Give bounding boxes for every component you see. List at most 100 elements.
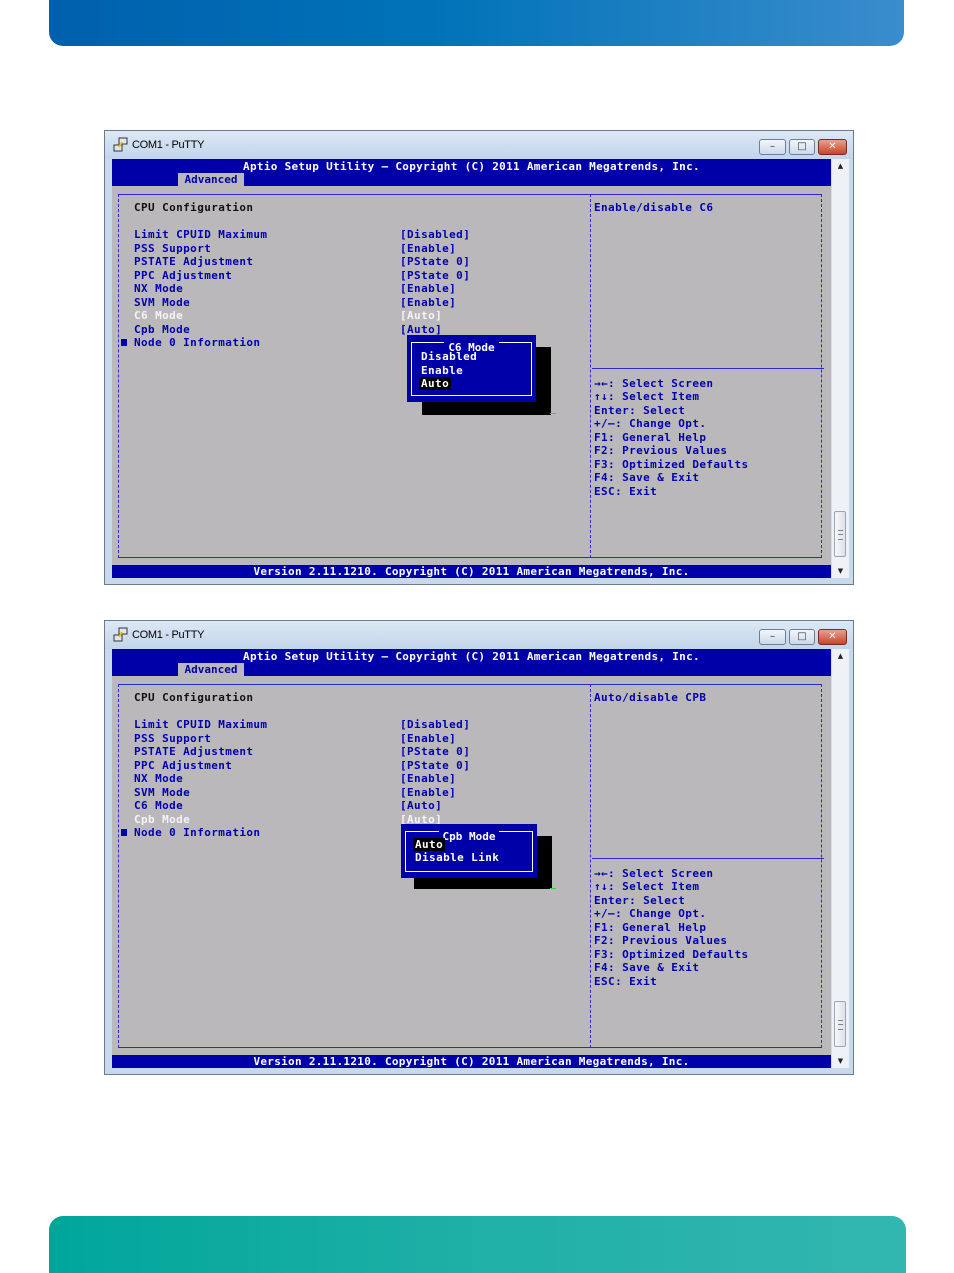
- popup-option-disable-link[interactable]: Disable Link: [413, 851, 501, 864]
- minimize-button[interactable]: –: [759, 139, 786, 155]
- setting-value[interactable]: [Enable]: [400, 772, 456, 785]
- close-icon: ✕: [828, 631, 837, 642]
- help-text: Enable/disable C6: [594, 201, 714, 214]
- scroll-thumb[interactable]: [834, 1001, 846, 1047]
- popup-option-auto-selected[interactable]: Auto: [419, 377, 452, 390]
- bios-header: Aptio Setup Utility – Copyright (C) 2011…: [112, 649, 831, 676]
- bios-header-title: Aptio Setup Utility – Copyright (C) 2011…: [243, 160, 700, 173]
- scroll-thumb[interactable]: [834, 511, 846, 557]
- setting-value[interactable]: [PState 0]: [400, 759, 470, 772]
- setting-label[interactable]: PSTATE Adjustment: [134, 255, 253, 268]
- help-divider: [590, 684, 591, 1048]
- setting-label[interactable]: PSTATE Adjustment: [134, 745, 253, 758]
- key-hint: ↑↓: Select Item: [594, 390, 700, 403]
- key-hint: →←: Select Screen: [594, 867, 714, 880]
- vertical-scrollbar[interactable]: ▲ ▼: [831, 649, 849, 1068]
- setting-value[interactable]: [Enable]: [400, 282, 456, 295]
- cpb-mode-popup[interactable]: Cpb Mode Auto Disable Link: [401, 824, 537, 878]
- scroll-up-icon[interactable]: ▲: [832, 159, 849, 173]
- key-hint: F2: Previous Values: [594, 934, 728, 947]
- setting-label[interactable]: Limit CPUID Maximum: [134, 228, 267, 241]
- setting-label[interactable]: NX Mode: [134, 282, 183, 295]
- key-hint: +/–: Change Opt.: [594, 907, 707, 920]
- bios-header-title: Aptio Setup Utility – Copyright (C) 2011…: [243, 650, 700, 663]
- terminal-area[interactable]: Aptio Setup Utility – Copyright (C) 2011…: [112, 159, 831, 578]
- cursor-mark: [550, 888, 556, 889]
- key-hint: Enter: Select: [594, 404, 686, 417]
- submenu-node0-information[interactable]: Node 0 Information: [134, 826, 260, 839]
- setting-label[interactable]: PPC Adjustment: [134, 759, 232, 772]
- minimize-icon: –: [770, 631, 775, 642]
- window-titlebar[interactable]: COM1 - PuTTY – □ ✕: [105, 131, 853, 159]
- setting-value[interactable]: [Auto]: [400, 799, 442, 812]
- submenu-node0-information[interactable]: Node 0 Information: [134, 336, 260, 349]
- setting-label[interactable]: SVM Mode: [134, 786, 190, 799]
- setting-label[interactable]: PPC Adjustment: [134, 269, 232, 282]
- key-hint: +/–: Change Opt.: [594, 417, 707, 430]
- key-hint: ESC: Exit: [594, 975, 658, 988]
- key-hint: ↑↓: Select Item: [594, 880, 700, 893]
- putty-app-icon: [113, 137, 128, 152]
- scroll-down-icon[interactable]: ▼: [832, 564, 849, 578]
- window-title: COM1 - PuTTY: [132, 139, 205, 151]
- setting-label-selected[interactable]: C6 Mode: [134, 309, 183, 322]
- setting-value[interactable]: [PState 0]: [400, 255, 470, 268]
- setting-value[interactable]: [Enable]: [400, 786, 456, 799]
- cursor-mark: [550, 413, 556, 414]
- submenu-bullet-icon: [121, 829, 127, 836]
- setting-label-selected[interactable]: Cpb Mode: [134, 813, 190, 826]
- setting-label[interactable]: Limit CPUID Maximum: [134, 718, 267, 731]
- setting-value[interactable]: [PState 0]: [400, 269, 470, 282]
- putty-app-icon: [113, 627, 128, 642]
- page-footer-band: [49, 1216, 906, 1273]
- vertical-scrollbar[interactable]: ▲ ▼: [831, 159, 849, 578]
- setting-label[interactable]: C6 Mode: [134, 799, 183, 812]
- setting-value[interactable]: [Disabled]: [400, 228, 470, 241]
- c6-mode-popup[interactable]: C6 Mode Disabled Enable Auto: [407, 335, 536, 402]
- setting-label[interactable]: NX Mode: [134, 772, 183, 785]
- maximize-button[interactable]: □: [789, 139, 815, 155]
- key-hint: F1: General Help: [594, 431, 707, 444]
- setting-label[interactable]: Cpb Mode: [134, 323, 190, 336]
- key-hint: F4: Save & Exit: [594, 961, 700, 974]
- setting-value[interactable]: [Enable]: [400, 296, 456, 309]
- key-hint: Enter: Select: [594, 894, 686, 907]
- bios-footer: Version 2.11.1210. Copyright (C) 2011 Am…: [112, 1055, 831, 1068]
- grip-icon: [838, 530, 843, 540]
- minimize-button[interactable]: –: [759, 629, 786, 645]
- terminal-area[interactable]: Aptio Setup Utility – Copyright (C) 2011…: [112, 649, 831, 1068]
- key-hint: F4: Save & Exit: [594, 471, 700, 484]
- setting-value[interactable]: [Enable]: [400, 242, 456, 255]
- page-header-band: [49, 0, 904, 46]
- section-title: CPU Configuration: [134, 201, 254, 214]
- grip-icon: [838, 1020, 843, 1030]
- scroll-up-icon[interactable]: ▲: [832, 649, 849, 663]
- setting-value[interactable]: [Enable]: [400, 732, 456, 745]
- close-button[interactable]: ✕: [818, 629, 847, 645]
- help-text: Auto/disable CPB: [594, 691, 707, 704]
- close-button[interactable]: ✕: [818, 139, 847, 155]
- setting-label[interactable]: PSS Support: [134, 242, 211, 255]
- window-titlebar[interactable]: COM1 - PuTTY – □ ✕: [105, 621, 853, 649]
- scroll-down-icon[interactable]: ▼: [832, 1054, 849, 1068]
- putty-window-cpb: COM1 - PuTTY – □ ✕ Aptio Setup Utility –…: [104, 620, 854, 1075]
- tab-advanced[interactable]: Advanced: [178, 663, 244, 676]
- section-title: CPU Configuration: [134, 691, 254, 704]
- key-hint: F2: Previous Values: [594, 444, 728, 457]
- tab-advanced[interactable]: Advanced: [178, 173, 244, 186]
- setting-label[interactable]: PSS Support: [134, 732, 211, 745]
- setting-value[interactable]: [Disabled]: [400, 718, 470, 731]
- setting-value[interactable]: [PState 0]: [400, 745, 470, 758]
- maximize-icon: □: [797, 631, 807, 642]
- key-hint: F3: Optimized Defaults: [594, 458, 749, 471]
- putty-window-c6: COM1 - PuTTY – □ ✕ Aptio Setup Utility –…: [104, 130, 854, 585]
- maximize-button[interactable]: □: [789, 629, 815, 645]
- minimize-icon: –: [770, 141, 775, 152]
- close-icon: ✕: [828, 141, 837, 152]
- setting-value-selected[interactable]: [Auto]: [400, 309, 442, 322]
- popup-option-auto-selected[interactable]: Auto: [413, 838, 446, 851]
- popup-option-enable[interactable]: Enable: [419, 364, 465, 377]
- setting-label[interactable]: SVM Mode: [134, 296, 190, 309]
- window-title: COM1 - PuTTY: [132, 629, 205, 641]
- popup-option-disabled[interactable]: Disabled: [419, 350, 479, 363]
